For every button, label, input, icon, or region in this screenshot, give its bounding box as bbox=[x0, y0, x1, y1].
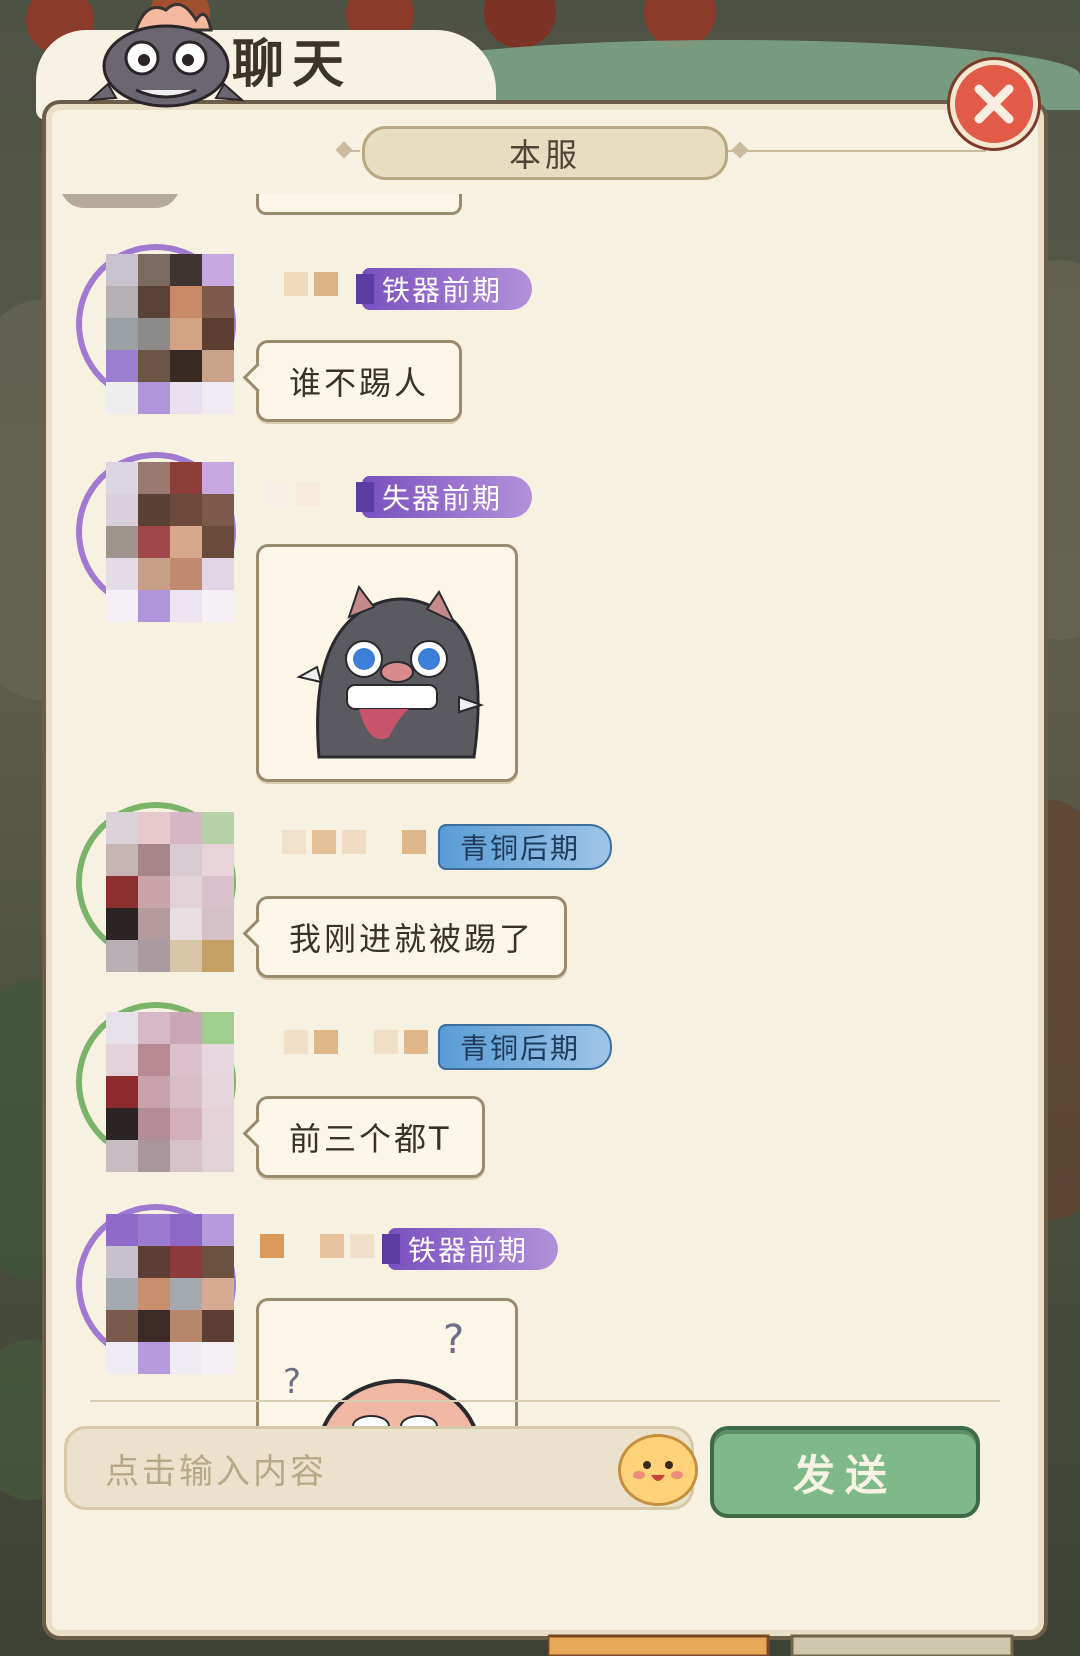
player-name bbox=[260, 1234, 374, 1260]
tab-server-label: 本服 bbox=[508, 136, 581, 174]
player-name bbox=[284, 1030, 428, 1056]
rank-badge: 铁器前期 bbox=[356, 268, 533, 310]
panel-header: 本服 bbox=[46, 104, 1044, 184]
avatar[interactable] bbox=[76, 1002, 236, 1172]
message-bubble: 我刚进就被踢了 bbox=[256, 896, 568, 978]
dragon-mascot-icon bbox=[86, 0, 246, 112]
avatar[interactable] bbox=[76, 1204, 236, 1374]
message-bubble: 谁不踢人 bbox=[256, 340, 463, 422]
rank-badge: 青铜后期 bbox=[438, 1024, 613, 1070]
tab-server[interactable]: 本服 bbox=[362, 126, 728, 180]
bottom-tab-bar bbox=[548, 1634, 1014, 1656]
message-bubble: 前三个都T bbox=[256, 1096, 485, 1178]
rank-badge: 青铜后期 bbox=[438, 824, 613, 870]
player-name bbox=[284, 272, 338, 298]
chat-panel: 本服 铁器前期 谁不踢人 失器前期 青铜后期 我刚进就被踢了 青铜后期 前三个都… bbox=[42, 100, 1048, 1640]
page-title: 聊天 bbox=[232, 34, 353, 95]
message-input-placeholder: 点击输入内容 bbox=[105, 1451, 327, 1492]
svg-text:?: ? bbox=[283, 1362, 301, 1402]
send-button[interactable]: 发送 bbox=[710, 1426, 980, 1518]
message-bubble bbox=[256, 194, 462, 215]
avatar bbox=[60, 194, 180, 208]
close-button[interactable] bbox=[950, 60, 1038, 148]
avatar[interactable] bbox=[76, 802, 236, 972]
input-divider bbox=[90, 1400, 1000, 1402]
list-item: 青铜后期 前三个都T bbox=[46, 1002, 1044, 1192]
player-name bbox=[282, 830, 426, 856]
player-name bbox=[266, 482, 320, 508]
avatar[interactable] bbox=[76, 244, 236, 414]
close-icon bbox=[974, 84, 1014, 124]
avatar[interactable] bbox=[76, 452, 236, 622]
boar-sticker[interactable] bbox=[256, 544, 518, 782]
rank-badge: 铁器前期 bbox=[382, 1228, 559, 1270]
list-item: 失器前期 bbox=[46, 452, 1044, 792]
list-item: 青铜后期 我刚进就被踢了 bbox=[46, 802, 1044, 992]
emoji-icon[interactable] bbox=[618, 1434, 698, 1506]
rank-badge: 失器前期 bbox=[356, 476, 533, 518]
list-item bbox=[46, 194, 1044, 224]
message-input[interactable]: 点击输入内容 bbox=[64, 1426, 694, 1510]
svg-text:?: ? bbox=[443, 1317, 464, 1363]
message-text: 前三个都T bbox=[289, 1120, 452, 1158]
send-button-label: 发送 bbox=[792, 1450, 897, 1500]
message-text: 谁不踢人 bbox=[289, 364, 430, 402]
message-text: 我刚进就被踢了 bbox=[289, 920, 535, 958]
list-item: 铁器前期 谁不踢人 bbox=[46, 244, 1044, 434]
chat-message-list[interactable]: 铁器前期 谁不踢人 失器前期 青铜后期 我刚进就被踢了 青铜后期 前三个都T 铁… bbox=[46, 194, 1044, 1484]
